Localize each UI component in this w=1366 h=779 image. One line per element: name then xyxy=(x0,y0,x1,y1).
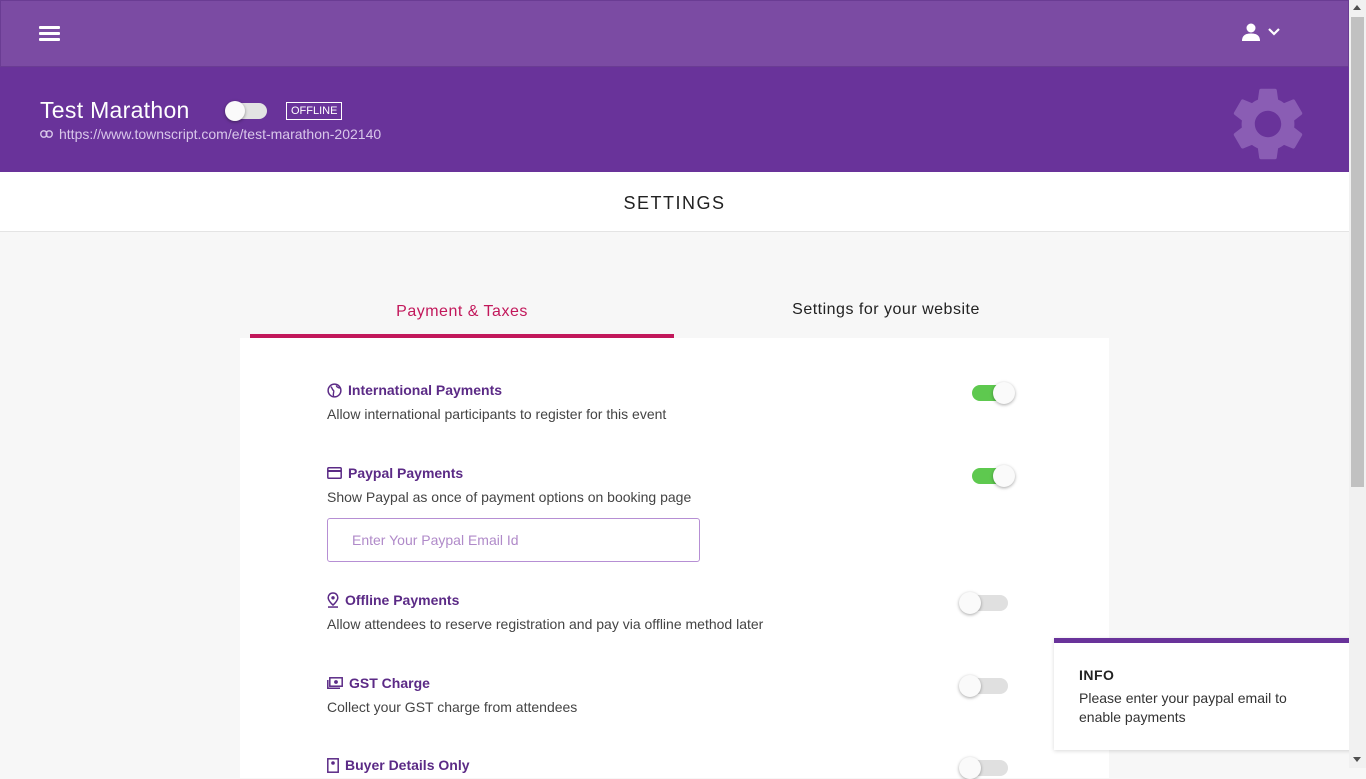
info-toast: INFO Please enter your paypal email to e… xyxy=(1054,638,1354,750)
setting-gst-charge: GST Charge Collect your GST charge from … xyxy=(327,675,1027,715)
settings-tabs: Payment & Taxes Settings for your websit… xyxy=(250,290,1098,338)
user-menu[interactable] xyxy=(1241,22,1281,42)
location-pin-icon xyxy=(327,592,339,608)
scrollbar-thumb[interactable] xyxy=(1351,17,1364,487)
payment-settings-panel: International Payments Allow internation… xyxy=(240,338,1109,779)
setting-title: Buyer Details Only xyxy=(345,757,470,773)
cash-icon xyxy=(327,676,343,689)
scroll-up-icon[interactable] xyxy=(1353,5,1361,10)
event-url-link[interactable]: https://www.townscript.com/e/test-marath… xyxy=(40,126,381,142)
contact-icon xyxy=(327,757,339,773)
info-message: Please enter your paypal email to enable… xyxy=(1079,690,1287,725)
setting-paypal-payments: Paypal Payments Show Paypal as once of p… xyxy=(327,465,1027,505)
scroll-down-icon[interactable] xyxy=(1353,757,1361,762)
tab-payment-taxes[interactable]: Payment & Taxes xyxy=(250,290,674,338)
event-live-toggle[interactable] xyxy=(225,101,267,121)
user-icon xyxy=(1242,23,1260,41)
setting-description: Allow international participants to regi… xyxy=(327,406,667,422)
hamburger-icon[interactable] xyxy=(39,26,60,42)
globe-icon xyxy=(327,382,342,398)
paypal-email-input[interactable] xyxy=(327,518,700,562)
offline-payments-toggle[interactable] xyxy=(959,592,1008,614)
event-title: Test Marathon xyxy=(40,97,190,123)
setting-buyer-details-only: Buyer Details Only xyxy=(327,757,1027,773)
international-payments-toggle[interactable] xyxy=(972,382,1015,404)
tab-website-settings[interactable]: Settings for your website xyxy=(674,290,1098,338)
event-header: Test Marathon OFFLINE https://www.townsc… xyxy=(0,67,1349,172)
info-title: INFO xyxy=(1079,667,1115,683)
credit-card-icon xyxy=(327,467,342,479)
event-url: https://www.townscript.com/e/test-marath… xyxy=(59,126,382,142)
paypal-payments-toggle[interactable] xyxy=(972,465,1015,487)
setting-description: Allow attendees to reserve registration … xyxy=(327,616,764,632)
setting-title: GST Charge xyxy=(349,675,430,691)
gst-charge-toggle[interactable] xyxy=(959,675,1008,697)
link-icon xyxy=(40,130,53,138)
setting-description: Collect your GST charge from attendees xyxy=(327,699,578,715)
setting-offline-payments: Offline Payments Allow attendees to rese… xyxy=(327,592,1027,632)
setting-title: Offline Payments xyxy=(345,592,460,608)
page-scrollbar[interactable] xyxy=(1349,0,1366,768)
status-badge: OFFLINE xyxy=(286,102,343,120)
settings-title-bar: SETTINGS xyxy=(0,172,1349,232)
top-navbar xyxy=(0,0,1349,67)
chevron-down-icon xyxy=(1268,28,1280,36)
setting-title: International Payments xyxy=(348,382,503,398)
setting-title: Paypal Payments xyxy=(348,465,464,481)
page-title: SETTINGS xyxy=(623,193,726,213)
setting-international-payments: International Payments Allow internation… xyxy=(327,382,1027,422)
setting-description: Show Paypal as once of payment options o… xyxy=(327,489,692,505)
gear-icon xyxy=(1233,88,1303,160)
buyer-details-toggle[interactable] xyxy=(959,757,1008,779)
